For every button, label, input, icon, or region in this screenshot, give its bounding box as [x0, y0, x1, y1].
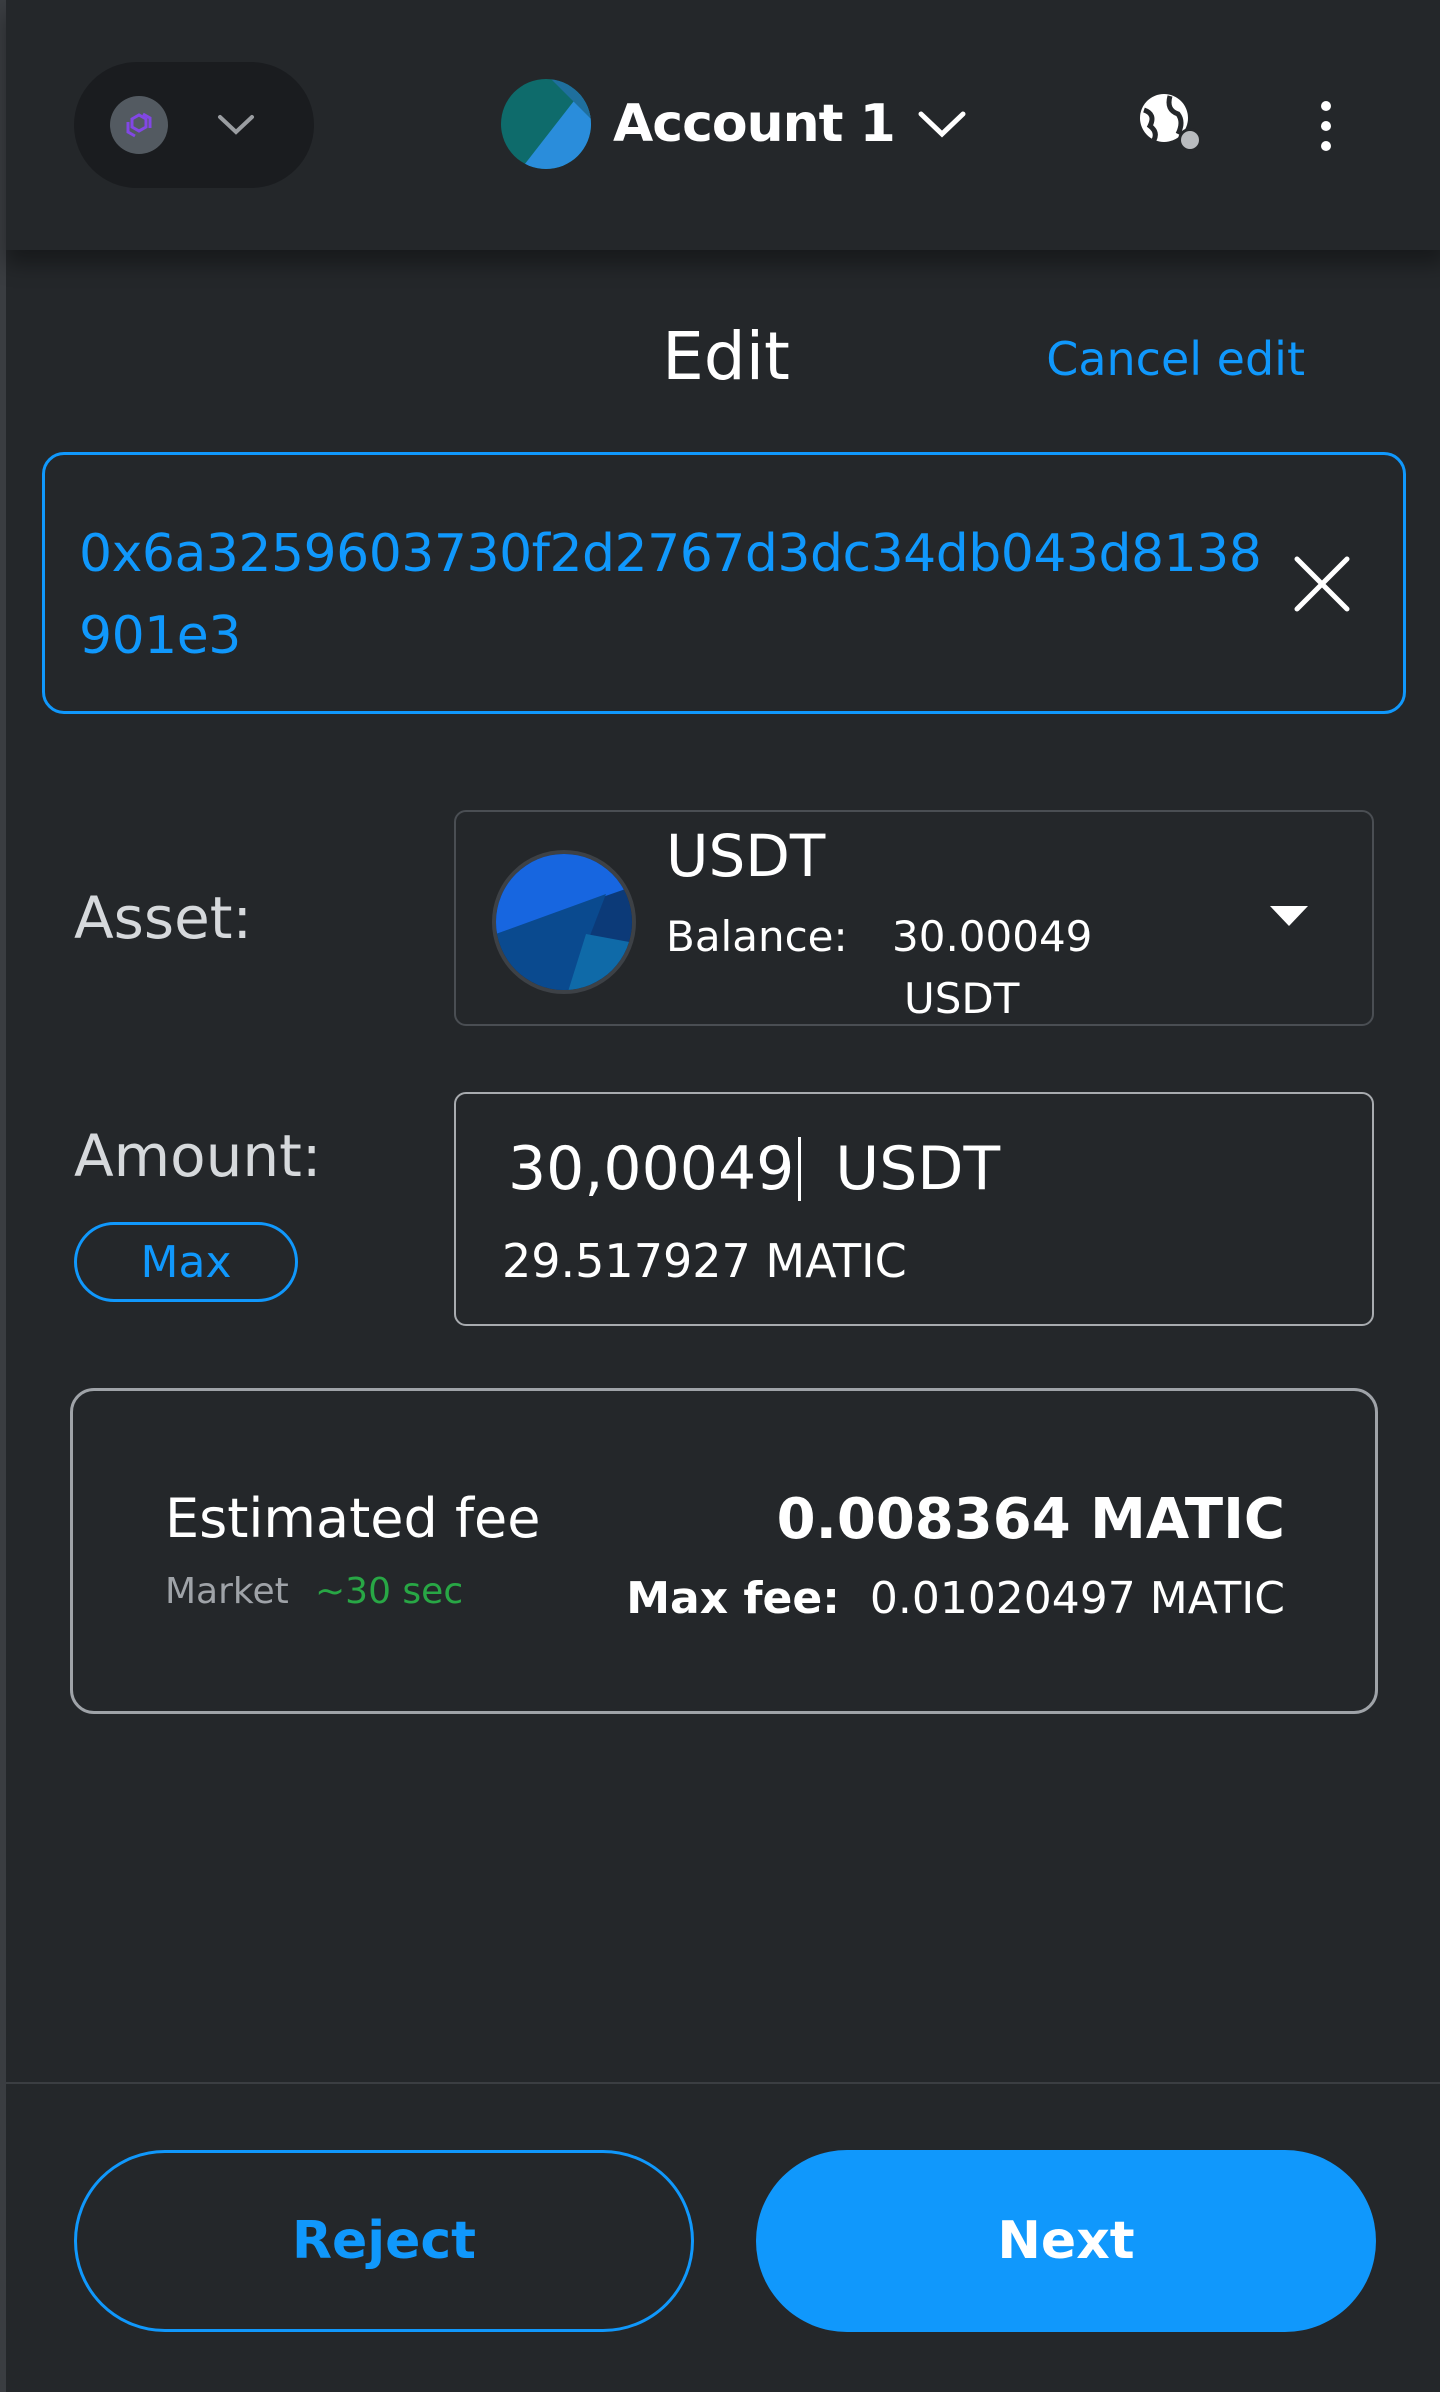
asset-selector[interactable]: USDT Balance: 30.00049 USDT	[454, 810, 1374, 1026]
connected-sites-button[interactable]	[1134, 88, 1206, 160]
amount-label: Amount:	[74, 1122, 322, 1190]
fee-label: Estimated fee	[165, 1487, 541, 1550]
next-button[interactable]: Next	[756, 2150, 1376, 2332]
amount-value-row: 30,00049 USDT	[508, 1134, 1000, 1204]
close-icon	[1294, 556, 1350, 612]
fee-amount: 0.008364 MATIC	[776, 1487, 1285, 1552]
kebab-menu-icon	[1321, 101, 1331, 151]
asset-symbol: USDT	[666, 822, 826, 890]
max-fee-value: 0.01020497 MATIC	[869, 1573, 1285, 1624]
max-fee-label: Max fee:	[626, 1573, 840, 1624]
globe-icon	[1140, 94, 1202, 152]
chevron-down-icon	[216, 113, 256, 137]
text-cursor	[798, 1137, 802, 1201]
chevron-down-icon	[917, 109, 967, 139]
clear-recipient-button[interactable]	[1291, 553, 1353, 615]
reject-button[interactable]: Reject	[74, 2150, 694, 2332]
network-selector[interactable]	[74, 62, 314, 188]
polygon-icon	[110, 96, 168, 154]
amount-converted: 29.517927 MATIC	[502, 1234, 907, 1288]
account-selector[interactable]: Account 1	[501, 78, 967, 170]
asset-balance-label: Balance:	[666, 912, 848, 961]
max-amount-button[interactable]: Max	[74, 1222, 298, 1302]
usdt-token-icon	[492, 850, 636, 994]
fee-time-estimate: ~30 sec	[315, 1571, 464, 1612]
account-name: Account 1	[613, 94, 896, 154]
max-fee-row: Max fee: 0.01020497 MATIC	[626, 1573, 1285, 1624]
asset-balance-unit: USDT	[904, 974, 1020, 1023]
cancel-edit-link[interactable]: Cancel edit	[1046, 332, 1305, 386]
amount-unit: USDT	[835, 1134, 1001, 1204]
gas-fee-card: Estimated fee Market ~30 sec 0.008364 MA…	[70, 1388, 1378, 1714]
footer-divider	[6, 2082, 1440, 2084]
account-avatar	[501, 79, 591, 169]
amount-input[interactable]: 30,00049 USDT 29.517927 MATIC	[454, 1092, 1374, 1326]
account-options-button[interactable]	[1306, 96, 1346, 156]
recipient-input[interactable]: 0x6a3259603730f2d2767d3dc34db043d8138901…	[42, 452, 1406, 714]
caret-down-icon	[1266, 902, 1312, 930]
wallet-popup: Account 1 Edit Cancel edit 0x6a325960373…	[0, 0, 1440, 2392]
app-header: Account 1	[6, 0, 1440, 250]
amount-value: 30,00049	[508, 1134, 795, 1204]
asset-label: Asset:	[74, 884, 253, 952]
recipient-address: 0x6a3259603730f2d2767d3dc34db043d8138901…	[79, 524, 1262, 666]
fee-speed[interactable]: Market	[165, 1571, 289, 1612]
asset-balance-value: 30.00049	[892, 912, 1093, 961]
